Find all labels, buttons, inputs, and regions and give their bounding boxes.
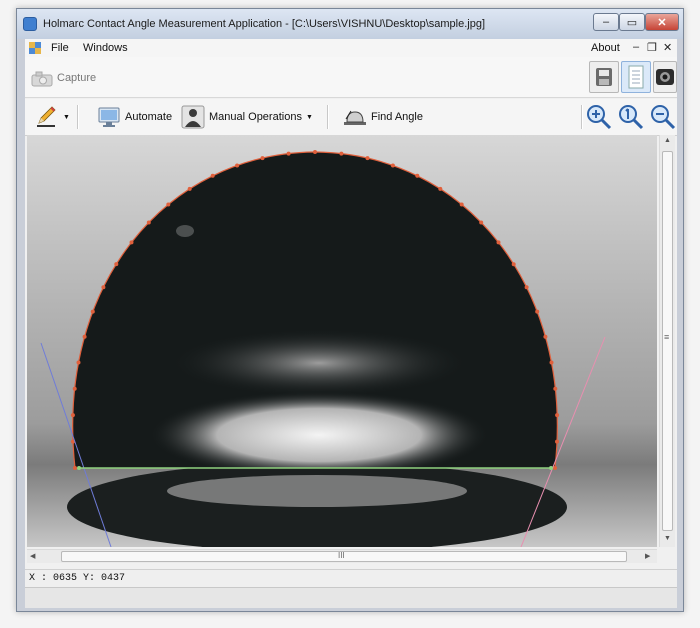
document-view-button[interactable] (621, 61, 651, 93)
contour-point[interactable] (524, 285, 529, 290)
menu-about[interactable]: About (591, 42, 620, 54)
manual-operations-button[interactable]: Manual Operations ▼ (181, 103, 313, 131)
contour-point[interactable] (166, 202, 171, 207)
contour-point[interactable] (235, 163, 240, 168)
horizontal-scroll-thumb[interactable]: III (61, 551, 627, 562)
angle-icon (344, 110, 366, 125)
contour-point[interactable] (365, 156, 370, 161)
scroll-down-icon[interactable]: ▼ (664, 535, 671, 542)
contour-point[interactable] (479, 220, 484, 225)
contour-point[interactable] (90, 309, 95, 314)
camera-icon[interactable] (31, 71, 53, 87)
title-bar[interactable]: Holmarc Contact Angle Measurement Applic… (17, 9, 683, 39)
contour-point[interactable] (339, 151, 344, 156)
manual-operations-label: Manual Operations (209, 111, 302, 123)
menu-windows[interactable]: Windows (83, 42, 128, 54)
droplet-image[interactable] (27, 135, 657, 547)
toolbar-separator (327, 105, 329, 129)
horizontal-scrollbar[interactable]: ◀ III ▶ (27, 549, 657, 563)
contour-point[interactable] (73, 466, 77, 470)
contour-point[interactable] (555, 413, 560, 418)
application-window: Holmarc Contact Angle Measurement Applic… (16, 8, 684, 612)
contour-point[interactable] (210, 173, 215, 178)
contour-point[interactable] (114, 262, 119, 267)
contour-point[interactable] (438, 186, 443, 191)
scroll-left-icon[interactable]: ◀ (30, 552, 35, 560)
contour-point[interactable] (313, 150, 317, 154)
maximize-button[interactable]: ▭ (619, 13, 645, 31)
grip-icon: III (338, 551, 345, 560)
y-coordinate-value: 0437 (101, 573, 126, 584)
x-coordinate-label: X : (29, 573, 48, 584)
y-coordinate-label: Y: (83, 573, 96, 584)
contour-point[interactable] (101, 285, 106, 290)
x-coordinate-value: 0635 (53, 573, 78, 584)
tool-bar: ▼ Automate Manual Operations ▼ Find Angl… (25, 99, 677, 136)
capture-button[interactable]: Capture (57, 72, 96, 84)
document-icon (29, 42, 41, 54)
contour-point[interactable] (511, 262, 516, 267)
zoom-actual-icon[interactable] (617, 103, 645, 131)
contour-point[interactable] (260, 156, 265, 161)
contour-point[interactable] (146, 220, 151, 225)
contour-point[interactable] (555, 439, 559, 444)
image-viewport[interactable] (27, 135, 657, 547)
find-angle-label: Find Angle (371, 111, 423, 123)
app-icon (23, 17, 37, 31)
mdi-close-button[interactable]: ✕ (663, 41, 672, 54)
contour-point[interactable] (390, 163, 395, 168)
contour-point[interactable] (82, 334, 87, 339)
toolbar-separator (77, 105, 79, 129)
person-icon (181, 105, 205, 129)
capture-bar: Capture (25, 57, 677, 98)
contour-point[interactable] (129, 240, 134, 245)
contour-point[interactable] (70, 413, 75, 418)
contour-point[interactable] (459, 202, 464, 207)
status-bar: X : 0635 Y: 0437 (25, 569, 677, 588)
menu-file[interactable]: File (51, 42, 69, 54)
contour-point[interactable] (553, 386, 558, 391)
find-angle-button[interactable]: Find Angle (343, 103, 423, 131)
chevron-down-icon: ▼ (305, 113, 313, 121)
page-icon (628, 65, 644, 89)
vertical-scrollbar[interactable]: ▲ ≡ ▼ (659, 135, 675, 547)
contour-point[interactable] (72, 386, 77, 391)
contour-point[interactable] (76, 360, 81, 365)
camera-view-button[interactable] (653, 61, 677, 93)
grip-icon: ≡ (664, 332, 670, 342)
mdi-restore-button[interactable]: ❐ (647, 41, 657, 54)
contour-point[interactable] (415, 173, 420, 178)
contour-point[interactable] (286, 151, 291, 156)
vertical-scroll-thumb[interactable]: ≡ (662, 151, 673, 531)
bottom-panel (25, 587, 677, 608)
monitor-icon (98, 107, 120, 127)
zoom-out-icon[interactable] (649, 103, 677, 131)
contour-point[interactable] (535, 309, 540, 314)
contour-point[interactable] (187, 186, 192, 191)
edit-dropdown-button[interactable]: ▼ (35, 103, 70, 131)
webcam-icon (656, 69, 674, 85)
automate-button[interactable]: Automate (97, 103, 172, 131)
close-button[interactable]: ✕ (645, 13, 679, 31)
scroll-up-icon[interactable]: ▲ (664, 137, 671, 144)
contour-point[interactable] (496, 240, 501, 245)
window-title: Holmarc Contact Angle Measurement Applic… (43, 18, 486, 30)
client-area: File Windows About – ❐ ✕ Capture ▼ Autom… (25, 39, 677, 608)
menu-bar: File Windows About – ❐ ✕ (25, 39, 677, 57)
baseline-right-point (549, 466, 553, 470)
save-view-button[interactable] (589, 61, 619, 93)
mdi-minimize-button[interactable]: – (633, 41, 639, 53)
minimize-button[interactable]: – (593, 13, 619, 31)
baseline-left-point (77, 466, 81, 470)
pencil-icon (37, 106, 56, 127)
zoom-in-icon[interactable] (585, 103, 613, 131)
contour-point[interactable] (543, 334, 548, 339)
toolbar-separator (581, 105, 583, 129)
chevron-down-icon: ▼ (63, 113, 70, 121)
disk-icon (596, 68, 612, 86)
contour-point[interactable] (549, 360, 554, 365)
scroll-right-icon[interactable]: ▶ (645, 552, 650, 560)
automate-label: Automate (125, 111, 173, 123)
